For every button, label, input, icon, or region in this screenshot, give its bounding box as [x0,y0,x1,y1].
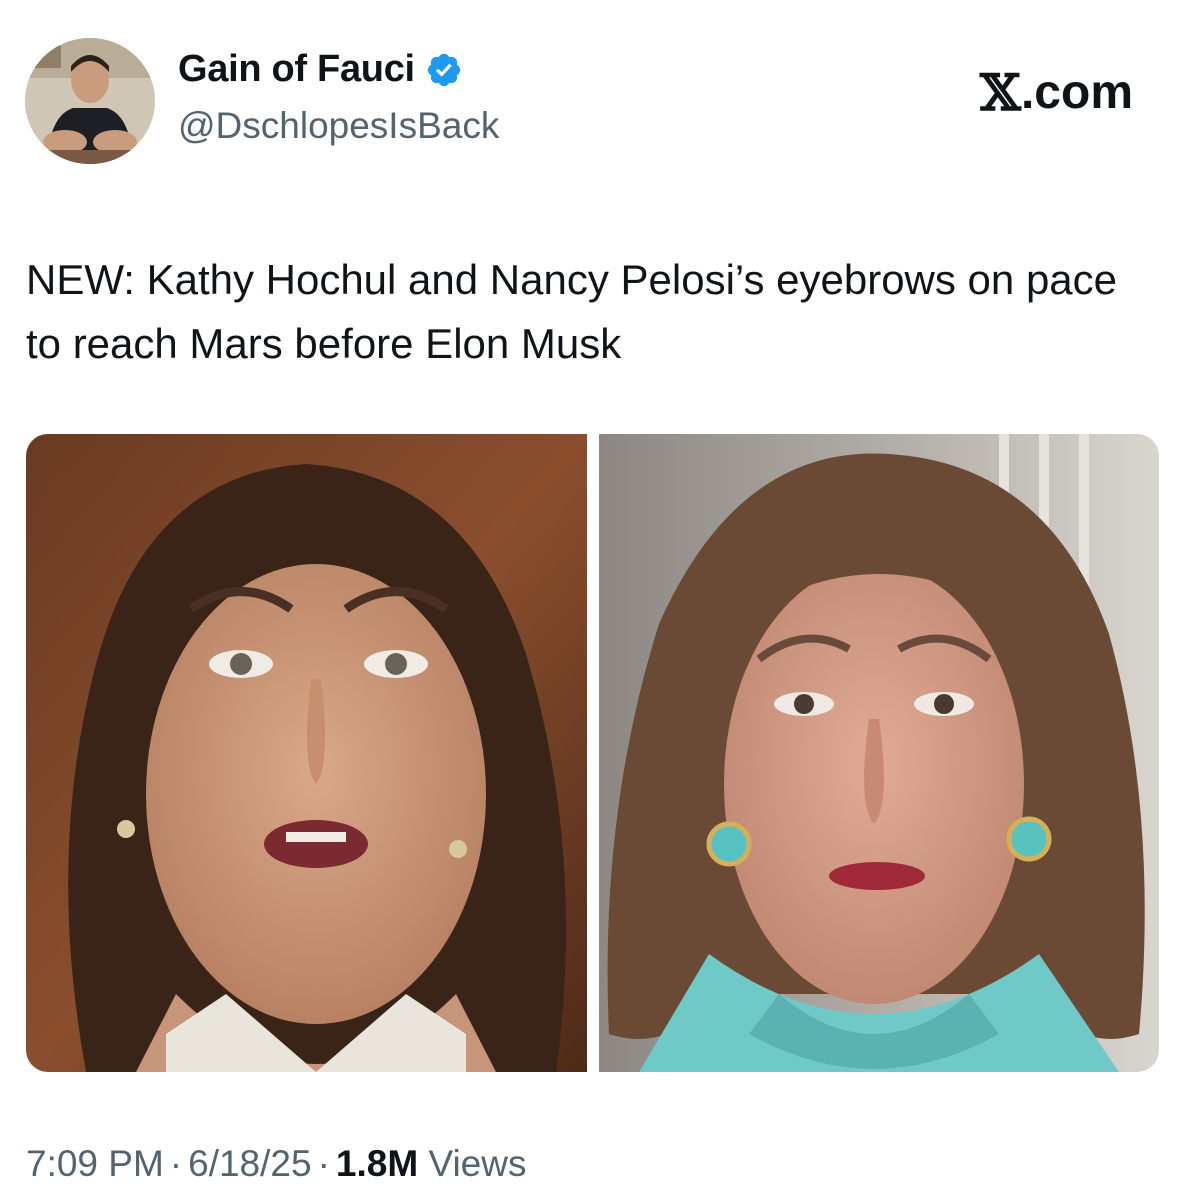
tweet-media [26,434,1159,1072]
views-label: Views [428,1143,527,1184]
x-logo-icon: 𝕏 [980,63,1021,122]
media-image-right[interactable] [599,434,1159,1072]
profile-photo-icon [25,38,155,164]
tweet-card: Gain of Fauci @DschlopesIsBack 𝕏 .com NE… [0,0,1185,1200]
tweet-date[interactable]: 6/18/25 [188,1143,311,1184]
author-display-name[interactable]: Gain of Fauci [178,48,415,91]
views-count[interactable]: 1.8M [336,1143,418,1184]
tweet-time[interactable]: 7:09 PM [26,1143,164,1184]
author-name-row: Gain of Fauci [178,48,463,91]
tweet-text: NEW: Kathy Hochul and Nancy Pelosi’s eye… [26,256,1118,367]
verified-badge-icon [425,51,463,89]
portrait-right-image [599,434,1159,1072]
media-image-left[interactable] [26,434,587,1072]
tweet-meta: 7:09 PM · 6/18/25 · 1.8M Views [26,1143,526,1185]
meta-separator: · [169,1143,183,1184]
meta-separator: · [317,1143,330,1184]
portrait-left-image [26,434,587,1072]
author-handle[interactable]: @DschlopesIsBack [178,105,499,147]
author-avatar[interactable] [25,38,155,164]
x-com-logo: 𝕏 .com [980,63,1133,122]
brand-domain: .com [1020,66,1133,119]
